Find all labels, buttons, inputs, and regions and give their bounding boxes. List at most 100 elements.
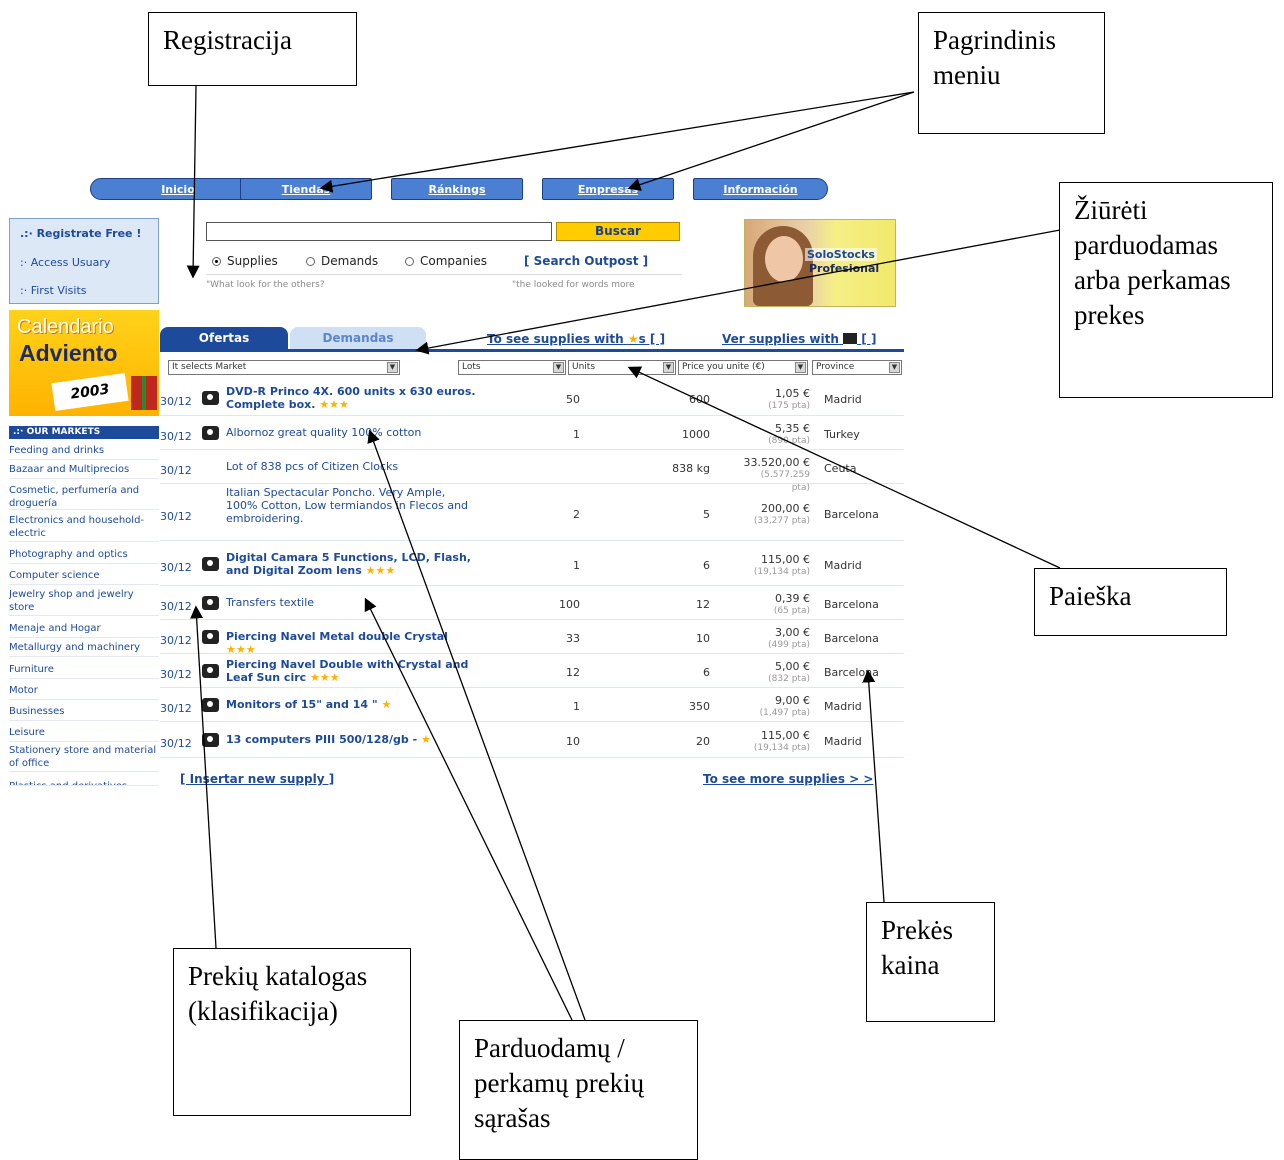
camera-icon[interactable] xyxy=(202,664,219,678)
radio-demands[interactable]: Demands xyxy=(306,254,378,268)
hint-left[interactable]: "What look for the others? xyxy=(206,280,325,290)
hint-right[interactable]: "the looked for words more xyxy=(512,280,635,290)
row-title-link[interactable]: Digital Camara 5 Functions, LCD, Flash, … xyxy=(226,551,476,577)
table-row[interactable]: 30/12 DVD-R Princo 4X. 600 units x 630 eu… xyxy=(160,380,904,416)
camera-icon[interactable] xyxy=(202,596,219,610)
advent-calendar-banner[interactable]: Calendario Adviento 2003 xyxy=(9,310,159,416)
table-row[interactable]: 30/12 13 computers PIII 500/128/gb - ★ 10 2… xyxy=(160,722,904,758)
market-item[interactable]: Jewelry shop and jewelry store xyxy=(9,588,159,616)
market-item[interactable]: Businesses xyxy=(9,705,159,721)
first-visits-link[interactable]: :· First Visits xyxy=(20,284,87,297)
nav-informacion[interactable]: Información xyxy=(693,178,828,200)
row-title-link[interactable]: Piercing Navel Metal double Crystal ★★★ xyxy=(226,630,476,656)
search-outpost-link[interactable]: [ Search Outpost ] xyxy=(524,254,648,268)
market-item[interactable]: Motor xyxy=(9,684,159,700)
row-title-link[interactable]: Italian Spectacular Poncho. Very Ample, … xyxy=(226,486,476,525)
more-supplies-link[interactable]: To see more supplies > > xyxy=(703,772,873,786)
radio-label: Demands xyxy=(321,254,379,268)
row-title-link[interactable]: Albornoz great quality 100% cotton xyxy=(226,426,476,439)
chevron-down-icon: ▼ xyxy=(387,362,398,373)
market-item[interactable]: Leisure xyxy=(9,726,159,742)
callout-registracija: Registracija xyxy=(148,12,357,86)
camera-icon[interactable] xyxy=(202,733,219,747)
table-row[interactable]: 30/12 Piercing Navel Metal double Crystal… xyxy=(160,620,904,656)
tab-demandas[interactable]: Demandas xyxy=(290,327,426,349)
camera-icon[interactable] xyxy=(202,391,219,405)
market-item[interactable]: Metallurgy and machinery xyxy=(9,641,159,657)
register-link[interactable]: .:· Registrate Free ! xyxy=(20,227,141,240)
market-item[interactable]: Furniture xyxy=(9,663,159,679)
radio-supplies[interactable]: Supplies xyxy=(212,254,278,268)
market-item[interactable]: Plastics and derivatives xyxy=(9,780,159,786)
table-row[interactable]: 30/12 Lot of 838 pcs of Citizen Clocks 838… xyxy=(160,450,904,493)
row-date: 30/12 xyxy=(160,395,192,408)
market-item[interactable]: Computer science xyxy=(9,569,159,585)
search-button[interactable]: Buscar xyxy=(556,222,680,241)
row-province: Turkey xyxy=(824,428,860,441)
price-euro: 200,00 € xyxy=(761,502,810,515)
units-select-value: Units xyxy=(572,362,596,372)
province-select[interactable]: Province ▼ xyxy=(812,360,902,375)
insert-supply-link[interactable]: [ Insertar new supply ] xyxy=(180,772,334,786)
market-item[interactable]: Photography and optics xyxy=(9,548,159,564)
row-title: Monitors of 15" and 14 " xyxy=(226,698,378,711)
table-row[interactable]: 30/12 Albornoz great quality 100% cotton 1… xyxy=(160,416,904,450)
units-select[interactable]: Units ▼ xyxy=(568,360,676,375)
row-lots: 12 xyxy=(566,666,580,679)
access-usuary-link[interactable]: :· Access Usuary xyxy=(20,256,110,269)
market-item[interactable]: Electronics and household-electric xyxy=(9,514,159,542)
camera-icon[interactable] xyxy=(202,426,219,440)
market-select[interactable]: It selects Market ▼ xyxy=(168,360,400,375)
market-item[interactable]: Feeding and drinks xyxy=(9,444,159,460)
table-row[interactable]: 30/12 Monitors of 15" and 14 " ★ 1 350 9,00 … xyxy=(160,688,904,722)
filter-stars-link[interactable]: To see supplies with ★s [ ] xyxy=(487,332,665,346)
province-select-value: Province xyxy=(816,362,855,372)
table-row[interactable]: 30/12 Italian Spectacular Poncho. Very Am… xyxy=(160,484,904,541)
price-select[interactable]: Price you unite (€) ▼ xyxy=(678,360,808,375)
row-title-link[interactable]: Monitors of 15" and 14 " ★ xyxy=(226,698,476,711)
camera-icon[interactable] xyxy=(202,698,219,712)
search-input[interactable] xyxy=(206,222,552,241)
radio-companies[interactable]: Companies xyxy=(405,254,487,268)
price-euro: 5,00 € xyxy=(775,660,810,673)
table-row[interactable]: 30/12 Piercing Navel Double with Crystal … xyxy=(160,654,904,688)
filter-photo-suffix: [ ] xyxy=(861,332,877,346)
market-item[interactable]: Stationery store and material of office xyxy=(9,744,159,772)
row-title: Italian Spectacular Poncho. Very Ample, … xyxy=(226,486,469,525)
callout-paieska: Paieška xyxy=(1034,568,1227,636)
table-row[interactable]: 30/12 Transfers textile 100 12 0,39 € (65 pta… xyxy=(160,586,904,620)
table-row[interactable]: 30/12 Digital Camara 5 Functions, LCD, Fl… xyxy=(160,541,904,586)
row-date: 30/12 xyxy=(160,510,192,523)
row-title-link[interactable]: Transfers textile xyxy=(226,596,476,609)
radio-dot-icon xyxy=(405,256,414,266)
market-item[interactable]: Cosmetic, perfumería and droguería xyxy=(9,484,159,510)
login-box: .:· Registrate Free ! :· Access Usuary :… xyxy=(9,218,159,304)
row-date: 30/12 xyxy=(160,737,192,750)
row-title-link[interactable]: DVD-R Princo 4X. 600 units x 630 euros. … xyxy=(226,385,476,411)
row-title-link[interactable]: Piercing Navel Double with Crystal and L… xyxy=(226,658,476,684)
row-units: 838 kg xyxy=(672,462,710,475)
nav-rankings[interactable]: Ránkings xyxy=(391,178,523,200)
row-title-link[interactable]: Lot of 838 pcs of Citizen Clocks xyxy=(226,460,476,473)
filter-photo-link[interactable]: Ver supplies with [ ] xyxy=(722,332,876,346)
nav-empresas[interactable]: Empresas xyxy=(542,178,674,200)
callout-prekes-kaina: Prekės kaina xyxy=(866,902,995,1022)
promo-brand: SoloStocks xyxy=(805,248,877,261)
market-select-value: It selects Market xyxy=(172,362,247,372)
radio-dot-icon xyxy=(306,256,315,266)
solostocks-promo[interactable]: SoloStocks Profesional xyxy=(744,219,896,307)
lots-select[interactable]: Lots ▼ xyxy=(458,360,566,375)
camera-icon[interactable] xyxy=(202,630,219,644)
tab-ofertas[interactable]: Ofertas xyxy=(160,327,288,349)
row-price: 200,00 € (33,277 pta) xyxy=(740,502,810,528)
arrow-meniu-1 xyxy=(319,91,915,193)
price-pta: (890 pta) xyxy=(768,436,810,446)
row-units: 600 xyxy=(689,393,710,406)
camera-icon[interactable] xyxy=(202,557,219,571)
price-pta: (65 pta) xyxy=(773,606,810,616)
row-title-link[interactable]: 13 computers PIII 500/128/gb - ★ xyxy=(226,733,476,746)
row-lots: 1 xyxy=(573,559,580,572)
nav-tiendas[interactable]: Tiendas xyxy=(240,178,372,200)
market-item[interactable]: Bazaar and Multiprecios xyxy=(9,463,159,479)
market-item[interactable]: Menaje and Hogar xyxy=(9,622,159,638)
